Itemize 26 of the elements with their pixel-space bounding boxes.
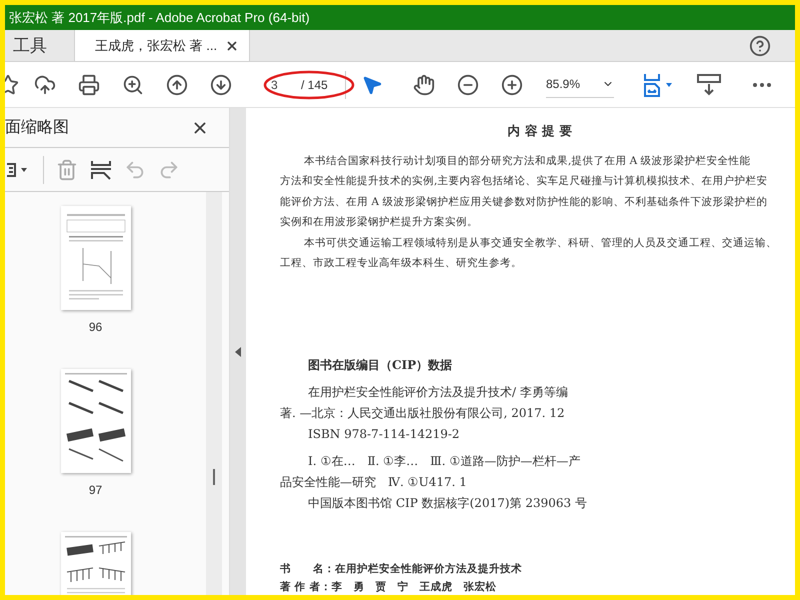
cip-line: 中国版本图书馆 CIP 数据核字(2017)第 239063 号 — [307, 494, 587, 512]
cip-line: 著. —北京：人民交通出版社股份有限公司, 2017. 12 — [280, 404, 565, 422]
page-number-field[interactable]: 3 — [271, 76, 289, 94]
detail-label: 著 作 者： — [280, 580, 332, 595]
cip-line: 品安全性能—研究 Ⅳ. ①U417. 1 — [280, 474, 467, 491]
page-heading: 内 容 提 要 — [506, 122, 574, 140]
detail-value: 在用护栏安全性能评价方法及提升技术 — [335, 562, 522, 577]
paragraph-line: 工程、市政工程专业高年级本科生、研究生参考。 — [280, 256, 522, 272]
paragraph-line: 方法和安全性能提升技术的实例,主要内容包括绪论、实车足尺碰撞与计算机模拟技术、在用户护栏安 — [280, 174, 768, 190]
page-number-label: 96 — [88, 319, 102, 336]
cip-line: 在用护栏安全性能评价方法及提升技术/ 李勇等编 — [307, 384, 568, 401]
cip-line: ISBN 978-7-114-14219-2 — [307, 426, 460, 443]
page-total: / 145 — [301, 76, 328, 94]
cip-line: Ⅰ. ①在… Ⅱ. ①李… Ⅲ. ①道路—防护—栏杆—产 — [307, 452, 580, 470]
detail-value: 李 勇 贾 宁 王成虎 张宏松 — [331, 580, 496, 595]
cip-heading: 图书在版编目（CIP）数据 — [308, 356, 452, 374]
panel-title: 面缩略图 — [5, 118, 69, 138]
detail-label: 书 名： — [280, 562, 335, 577]
paragraph-line: 本书结合国家科技行动计划项目的部分研究方法和成果,提供了在用 A 级波形梁护栏安全性能 — [303, 154, 751, 169]
paragraph-line: 实例和在用波形梁钢护栏提升方案实例。 — [280, 215, 478, 230]
tab[interactable]: 王成虎，张宏松 著 ... — [75, 30, 250, 61]
paragraph-line: 能评价方法、在用 A 级波形梁钢护栏应用关键参数对防护性能的影响、不利基础条件下波形梁护栏的 — [280, 194, 768, 210]
window-title: 张宏松 著 2017年版.pdf - Adobe Acrobat Pro (64-bit) — [9, 8, 310, 27]
page-number-label: 97 — [88, 482, 102, 499]
zoom-dropdown[interactable]: 85.9% — [546, 72, 614, 98]
paragraph-line: 本书可供交通运输工程领域特别是从事交通安全教学、科研、管理的人员及交通工程、交通运输、 — [303, 236, 777, 251]
